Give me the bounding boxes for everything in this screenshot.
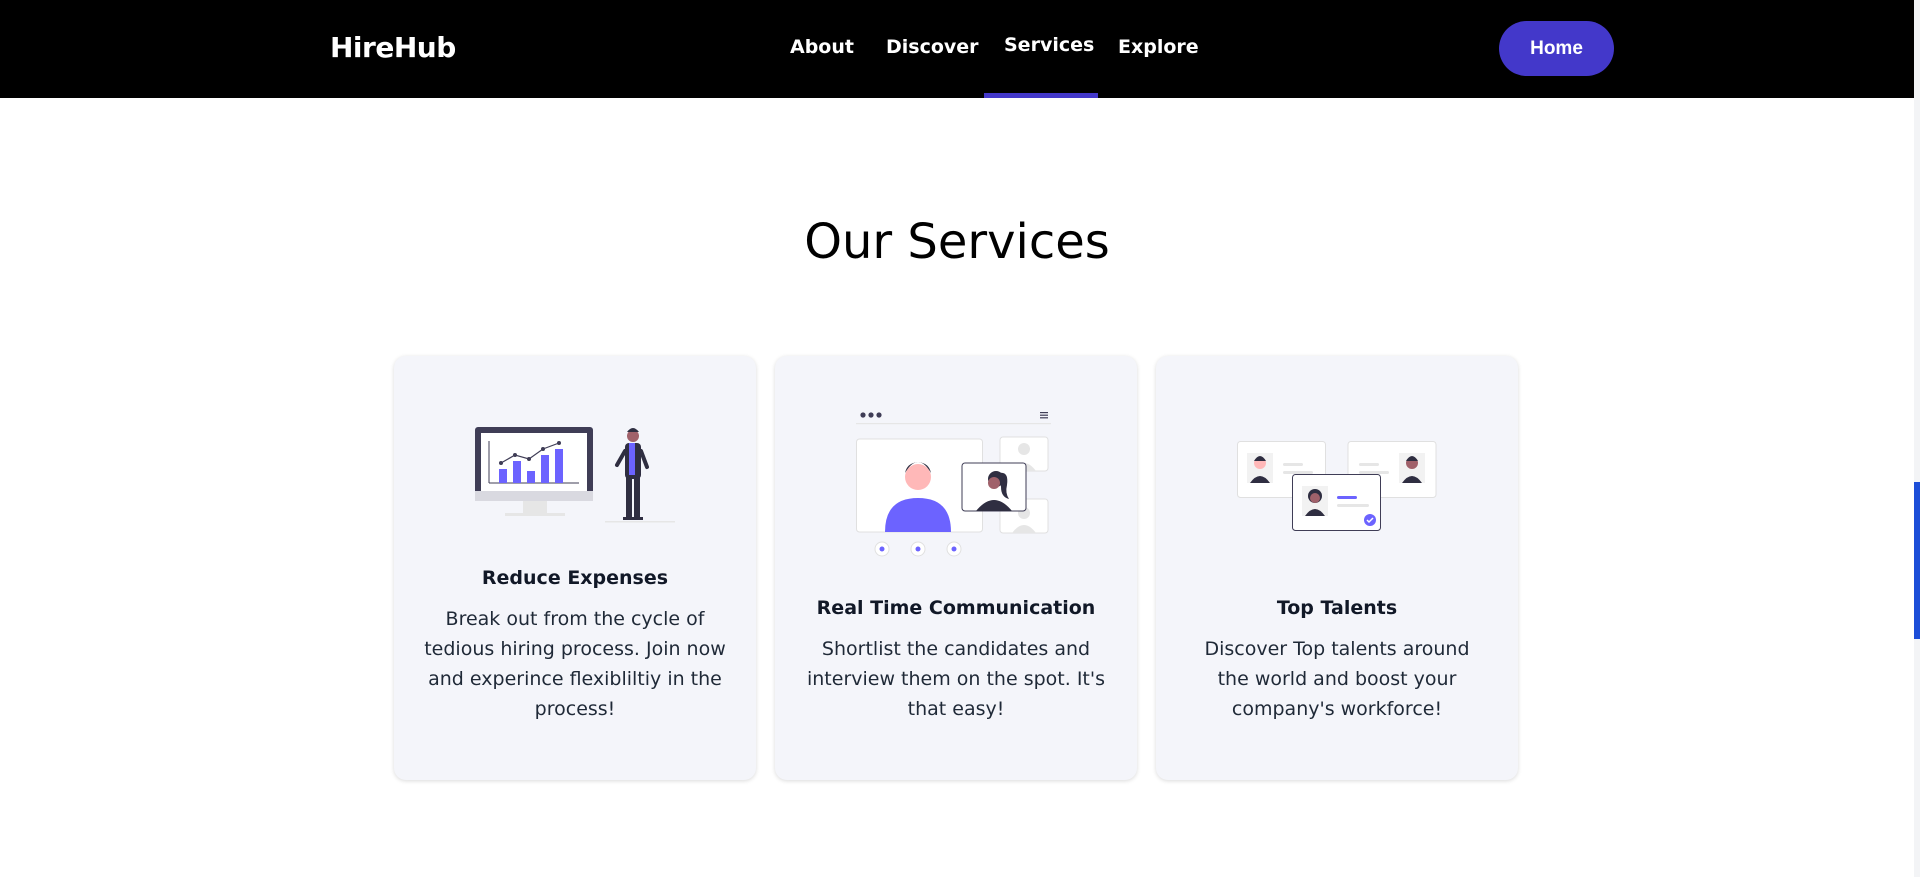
service-card-reduce-expenses: Reduce Expenses Break out from the cycle… — [394, 356, 756, 780]
card-description: Break out from the cycle of tedious hiri… — [424, 608, 726, 720]
analytics-presentation-illustration — [475, 427, 675, 523]
scrollbar-track[interactable] — [1914, 0, 1920, 877]
active-nav-indicator — [984, 93, 1098, 98]
nav-link-explore[interactable]: Explore — [1118, 36, 1199, 58]
home-button[interactable]: Home — [1499, 21, 1614, 76]
video-call-illustration — [856, 412, 1051, 557]
card-title: Real Time Communication — [816, 597, 1096, 619]
card-title: Reduce Expenses — [481, 567, 669, 589]
card-description: Shortlist the candidates and interview t… — [806, 638, 1105, 720]
navbar: HireHub About Discover Services Explore … — [0, 0, 1914, 98]
service-card-real-time-communication: Real Time Communication Shortlist the ca… — [775, 356, 1137, 780]
scrollbar-thumb[interactable] — [1914, 482, 1920, 639]
talent-profiles-illustration — [1237, 441, 1437, 531]
card-title: Top Talents — [1276, 597, 1398, 619]
nav-link-services[interactable]: Services — [1004, 34, 1094, 56]
service-card-top-talents: Top Talents Discover Top talents around … — [1156, 356, 1518, 780]
section-title: Our Services — [804, 214, 1110, 270]
card-description: Discover Top talents around the world an… — [1204, 638, 1470, 720]
brand-logo[interactable]: HireHub — [330, 31, 456, 64]
nav-link-discover[interactable]: Discover — [886, 36, 979, 58]
nav-link-about[interactable]: About — [790, 36, 854, 58]
